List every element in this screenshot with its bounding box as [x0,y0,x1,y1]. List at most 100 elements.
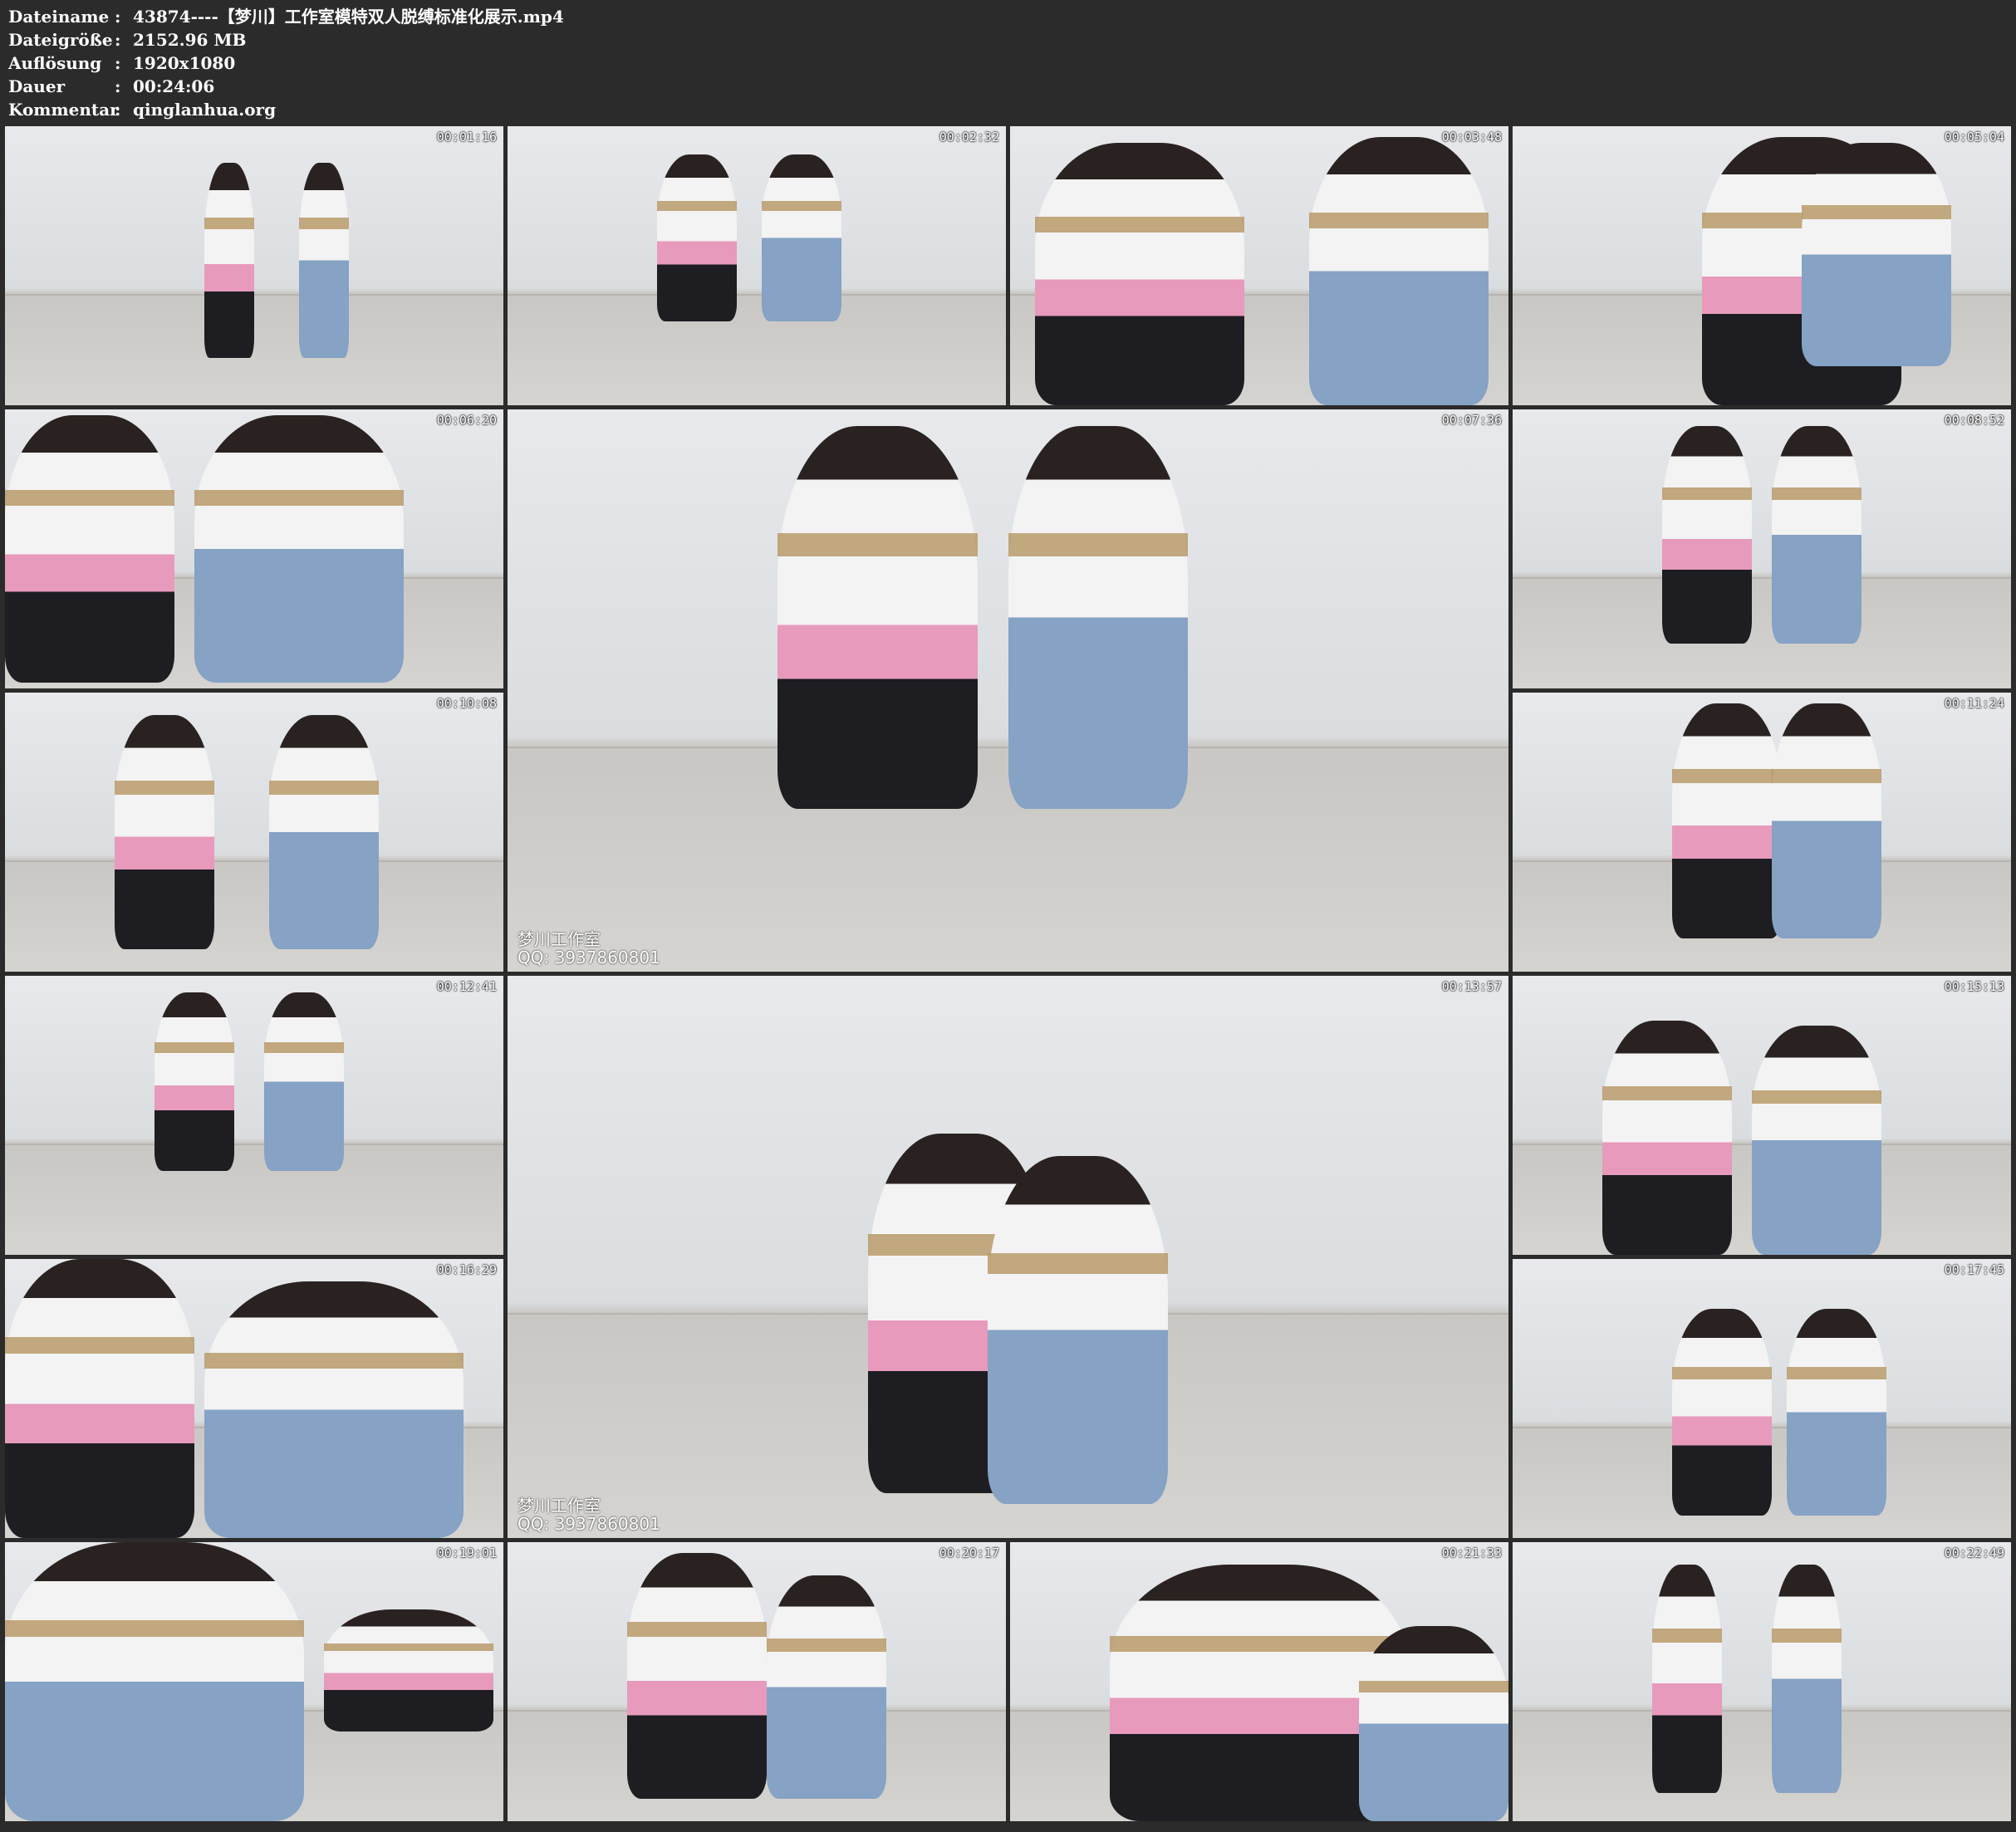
person-figure [1802,143,1951,366]
thumbnail-timestamp: 00:03:48 [1441,130,1502,145]
rope-band [1672,769,1782,784]
rope-band [657,201,737,212]
rope-band [5,1620,304,1638]
rope-band [1309,212,1489,229]
thumbnail-timestamp: 00:06:20 [436,413,497,428]
person-figure [1672,703,1782,938]
info-label: Dauer [8,76,66,96]
watermark-line: QQ: 3937860801 [517,1514,660,1534]
rope-band [204,1353,464,1369]
rope-band [988,1253,1169,1275]
wall-floor-line [5,860,503,862]
info-value: 2152.96 MB [133,30,247,50]
video-thumbnail: 00:02:32 [508,126,1006,405]
info-row-filesize: Dateigröße : 2152.96 MB [8,28,564,51]
rope-band [1772,769,1881,784]
thumbnail-grid: 00:01:16 00:02:32 00:03:48 00:05:04 00:06:20… [5,126,2012,1829]
info-value: 00:24:06 [133,76,215,96]
person-figure [1309,137,1489,405]
thumbnail-timestamp: 00:20:17 [939,1545,999,1560]
video-thumbnail: 00:21:33 [1010,1542,1508,1821]
rope-band [1672,1367,1772,1379]
watermark-line: 梦川工作室 [517,929,601,949]
rope-band [1787,1367,1886,1379]
thumbnail-timestamp: 00:08:52 [1944,413,2004,428]
info-separator: : [115,76,121,96]
thumbnail-timestamp: 00:19:01 [436,1545,497,1560]
person-figure [155,992,234,1172]
person-figure [657,154,737,322]
video-thumbnail: 00:03:48 [1010,126,1508,405]
watermark-line: QQ: 3937860801 [517,948,660,967]
info-label: Dateigröße [8,30,113,50]
wall-floor-line [5,1143,503,1145]
person-figure [627,1553,767,1800]
wall-floor-line [5,293,503,296]
wall-floor-line [508,293,1006,296]
video-thumbnail: 00:05:04 [1513,126,2011,405]
rope-band [1802,205,1951,219]
person-figure [1008,426,1189,809]
thumbnail-timestamp: 00:07:36 [1441,413,1502,428]
person-figure [5,414,174,683]
person-figure [1772,426,1861,644]
info-label: Kommentar [8,100,119,120]
wall-floor-line [1513,1709,2011,1712]
info-row-filename: Dateiname : 43874----【梦川】工作室模特双人脱缚标准化展示.… [8,5,564,28]
video-thumbnail: 00:13:57 梦川工作室 QQ: 3937860801 [508,976,1508,1538]
video-thumbnail: 00:08:52 [1513,409,2011,688]
video-thumbnail: 00:19:01 [5,1542,503,1821]
person-figure [988,1155,1169,1505]
video-thumbnail: 00:06:20 [5,409,503,688]
rope-band [194,490,404,507]
rope-band [767,1638,886,1652]
video-thumbnail: 00:01:16 [5,126,503,405]
info-separator: : [115,100,121,120]
video-thumbnail: 00:07:36 梦川工作室 QQ: 3937860801 [508,409,1508,972]
rope-band [1035,216,1244,233]
info-value: 43874----【梦川】工作室模特双人脱缚标准化展示.mp4 [133,7,564,27]
person-figure [1602,1020,1732,1255]
thumbnail-timestamp: 00:16:29 [436,1262,497,1277]
thumbnail-timestamp: 00:15:13 [1944,979,2004,994]
rope-band [324,1643,493,1651]
person-figure [5,1259,194,1538]
thumbnail-timestamp: 00:11:24 [1944,696,2004,711]
info-label: Auflösung [8,53,102,73]
video-thumbnail: 00:17:45 [1513,1259,2011,1538]
video-thumbnail: 00:15:13 [1513,976,2011,1255]
person-figure [1672,1309,1772,1516]
thumbnail-timestamp: 00:22:49 [1944,1545,2004,1560]
person-figure [324,1609,493,1732]
rope-band [1772,1629,1842,1643]
rope-band [627,1622,767,1637]
rope-band [299,217,349,229]
person-figure [1772,703,1881,938]
person-figure [762,154,841,322]
rope-band [115,780,214,795]
studio-watermark: 梦川工作室 QQ: 3937860801 [517,930,660,967]
person-figure [5,1542,304,1821]
info-separator: : [115,7,121,27]
rope-band [269,780,379,795]
thumbnail-timestamp: 00:05:04 [1944,130,2004,145]
person-figure [204,162,254,358]
file-info-header: Dateiname : 43874----【梦川】工作室模特双人脱缚标准化展示.… [8,5,564,121]
info-row-comment: Kommentar : qinglanhua.org [8,98,564,121]
thumbnail-timestamp: 00:21:33 [1441,1545,1502,1560]
watermark-line: 梦川工作室 [517,1496,601,1516]
person-figure [269,714,379,950]
rope-band [5,490,174,507]
rope-band [204,217,254,229]
person-figure [264,992,344,1172]
rope-band [762,201,841,212]
rope-band [1008,533,1189,556]
info-row-duration: Dauer : 00:24:06 [8,75,564,98]
info-label: Dateiname [8,7,110,27]
rope-band [1110,1636,1409,1652]
video-thumbnail: 00:12:41 [5,976,503,1255]
video-thumbnail: 00:20:17 [508,1542,1006,1821]
person-figure [767,1575,886,1800]
rope-band [1752,1090,1881,1105]
rope-band [1359,1680,1508,1692]
